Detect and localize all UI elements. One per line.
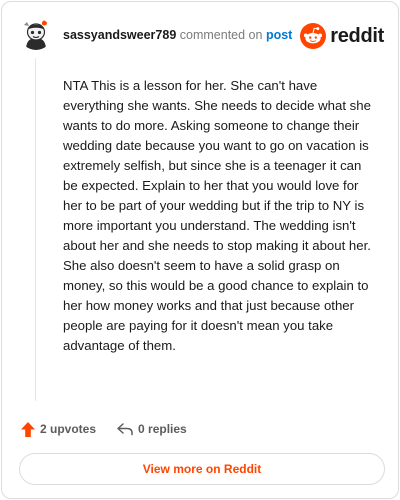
comment-header: sassyandsweer789 commented on post reddi… [20, 14, 384, 56]
action-text: commented on [179, 28, 263, 42]
reply-label: 0 replies [138, 422, 187, 436]
reddit-snoo-icon [300, 23, 327, 49]
upvote-count[interactable]: 2 upvotes [20, 421, 96, 438]
comment-meta: sassyandsweer789 commented on post [63, 28, 292, 42]
reply-count[interactable]: 0 replies [116, 422, 187, 436]
view-more-button[interactable]: View more on Reddit [19, 453, 385, 485]
reply-arrow-icon [117, 423, 133, 436]
upvote-label: 2 upvotes [40, 422, 97, 436]
reddit-logo[interactable]: reddit [300, 23, 384, 49]
reddit-wordmark: reddit [330, 24, 384, 47]
username-link[interactable]: sassyandsweer789 [63, 28, 176, 42]
user-avatar[interactable] [20, 18, 52, 50]
post-link[interactable]: post [266, 28, 292, 42]
comment-body: NTA This is a lesson for her. She can't … [63, 78, 371, 353]
comment-footer: 2 upvotes 0 replies [20, 418, 187, 440]
thread-line [35, 58, 36, 401]
comment-embed-card: sassyandsweer789 commented on post reddi… [1, 1, 399, 499]
upvote-arrow-icon [21, 421, 35, 437]
